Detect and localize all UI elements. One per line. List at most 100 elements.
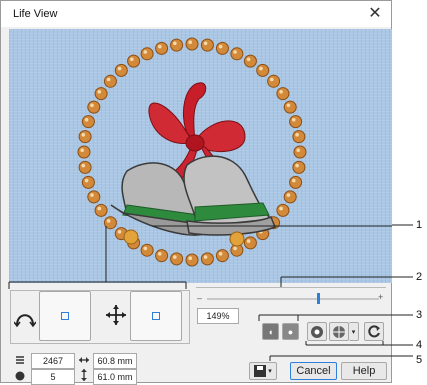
bead-highlight (173, 255, 177, 259)
curve-preview[interactable] (39, 291, 91, 341)
bead (276, 203, 290, 217)
bead (140, 243, 154, 257)
move-tool-icon[interactable] (105, 304, 127, 329)
bead (114, 63, 128, 77)
bead-highlight (246, 57, 251, 62)
dark-button[interactable]: ● (282, 323, 299, 340)
bead (200, 252, 214, 266)
bead-highlight (90, 193, 94, 197)
width-value: 60.8 mm (93, 353, 137, 369)
stitch-icon (311, 325, 323, 338)
bead (78, 130, 92, 144)
bead (81, 115, 95, 129)
bead-highlight (84, 178, 89, 183)
bead-highlight (143, 246, 148, 251)
bead (289, 115, 303, 129)
stitches-icon (15, 355, 25, 368)
bead-highlight (296, 148, 301, 152)
zoom-group-top (196, 287, 386, 289)
bead-highlight (246, 239, 251, 243)
bead-highlight (117, 230, 122, 234)
move-center-marker (152, 312, 160, 320)
stitch-button[interactable] (307, 322, 327, 341)
bead-highlight (259, 66, 263, 71)
bead (293, 145, 307, 159)
bead (243, 54, 257, 68)
embroidery-design (77, 37, 392, 267)
bead-highlight (81, 133, 86, 137)
bead-highlight (218, 252, 223, 256)
callout-5: 5 (416, 354, 423, 366)
bead-highlight (292, 178, 296, 183)
bead-highlight (158, 252, 162, 256)
bead (200, 38, 214, 52)
callout-2: 2 (416, 271, 423, 283)
bead (215, 249, 229, 263)
bead (103, 216, 117, 230)
close-icon[interactable]: ✕ (365, 4, 385, 24)
bead-highlight (233, 246, 237, 251)
bead-highlight (270, 77, 274, 82)
bead-highlight (84, 118, 89, 122)
palette-icon (15, 371, 25, 384)
bead-highlight (279, 90, 283, 94)
rotate-icon (368, 324, 380, 337)
life-view-preview[interactable] (9, 29, 392, 283)
bead-highlight (106, 77, 111, 82)
bead (289, 175, 303, 189)
bead-highlight (233, 50, 237, 54)
bead (230, 47, 244, 61)
bead (103, 74, 117, 88)
dark-icon: ● (287, 326, 294, 337)
bead-highlight (188, 256, 192, 260)
color-wheel-button[interactable] (329, 322, 349, 341)
zoom-slider-track[interactable] (207, 298, 379, 300)
bead-highlight (158, 44, 162, 49)
light-icon: ◖ (267, 326, 274, 337)
bead (170, 38, 184, 52)
rotate-button[interactable] (364, 322, 384, 341)
bead (87, 190, 101, 204)
zoom-plus[interactable]: + (378, 292, 383, 302)
zoom-minus[interactable]: – (197, 293, 202, 303)
bead-highlight (279, 206, 283, 211)
width-icon (79, 355, 89, 368)
color-dropdown[interactable]: ▾ (349, 322, 359, 341)
light-button[interactable]: ◖ (262, 323, 279, 340)
cancel-button[interactable]: Cancel (290, 362, 337, 380)
bead (155, 41, 169, 55)
bead-highlight (292, 118, 296, 122)
bead-highlight (106, 219, 111, 223)
bead-highlight (286, 193, 291, 197)
bead (215, 41, 229, 55)
bead-highlight (97, 206, 102, 211)
bead-highlight (295, 133, 299, 137)
life-view-dialog: Life View ✕ – + 149% ◖ ● ▾ 2467 60.8 mm … (0, 0, 392, 385)
dropdown-arrow-icon: ▾ (351, 328, 356, 336)
save-button[interactable]: ▾ (249, 362, 277, 380)
bead (292, 160, 306, 174)
bead-highlight (218, 44, 223, 49)
move-preview[interactable] (130, 291, 182, 341)
bead (267, 74, 281, 88)
zoom-field[interactable]: 149% (197, 308, 239, 324)
bead-highlight (90, 103, 94, 108)
bead (243, 236, 257, 250)
zoom-slider-thumb[interactable] (317, 293, 320, 304)
curve-tool-icon[interactable] (13, 306, 37, 331)
help-button[interactable]: Help (341, 362, 387, 380)
bead-highlight (97, 90, 102, 94)
bead (170, 252, 184, 266)
bead-highlight (203, 41, 208, 46)
callout-3: 3 (416, 309, 423, 321)
bead (283, 100, 297, 114)
bead (292, 130, 306, 144)
bead (185, 253, 199, 267)
bead (283, 190, 297, 204)
save-icon (254, 365, 267, 377)
bead-highlight (143, 50, 148, 54)
bead-highlight (130, 57, 134, 62)
dialog-title: Life View (13, 8, 58, 20)
bead (276, 87, 290, 101)
bead (185, 37, 199, 51)
